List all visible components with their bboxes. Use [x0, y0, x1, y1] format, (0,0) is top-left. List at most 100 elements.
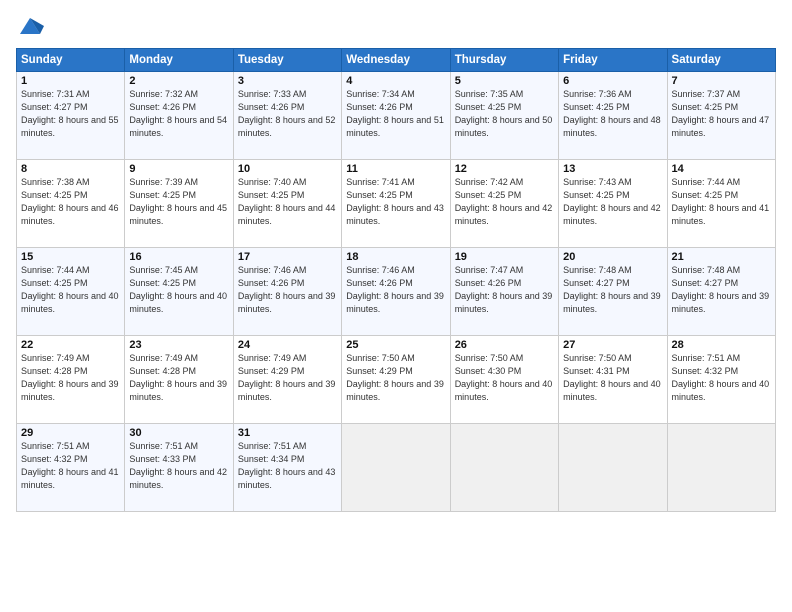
calendar-cell: 28Sunrise: 7:51 AMSunset: 4:32 PMDayligh… — [667, 336, 775, 424]
header — [16, 12, 776, 40]
day-info: Sunrise: 7:31 AMSunset: 4:27 PMDaylight:… — [21, 88, 120, 140]
calendar-cell: 4Sunrise: 7:34 AMSunset: 4:26 PMDaylight… — [342, 72, 450, 160]
col-saturday: Saturday — [667, 49, 775, 72]
day-number: 5 — [455, 75, 554, 87]
calendar-cell: 29Sunrise: 7:51 AMSunset: 4:32 PMDayligh… — [17, 424, 125, 512]
calendar-cell: 15Sunrise: 7:44 AMSunset: 4:25 PMDayligh… — [17, 248, 125, 336]
day-number: 17 — [238, 251, 337, 263]
calendar-cell: 13Sunrise: 7:43 AMSunset: 4:25 PMDayligh… — [559, 160, 667, 248]
calendar-cell: 9Sunrise: 7:39 AMSunset: 4:25 PMDaylight… — [125, 160, 233, 248]
calendar-cell: 16Sunrise: 7:45 AMSunset: 4:25 PMDayligh… — [125, 248, 233, 336]
col-friday: Friday — [559, 49, 667, 72]
day-number: 9 — [129, 163, 228, 175]
calendar-week-3: 22 Sunrise: 7:49 AMSunset: 4:28 PMDayligh… — [17, 336, 776, 424]
day-info: Sunrise: 7:47 AMSunset: 4:26 PMDaylight:… — [455, 264, 554, 316]
day-number: 1 — [21, 75, 120, 87]
day-info: Sunrise: 7:37 AMSunset: 4:25 PMDaylight:… — [672, 88, 771, 140]
day-number: 19 — [455, 251, 554, 263]
calendar-cell: 5Sunrise: 7:35 AMSunset: 4:25 PMDaylight… — [450, 72, 558, 160]
day-info: Sunrise: 7:42 AMSunset: 4:25 PMDaylight:… — [455, 176, 554, 228]
day-info: Sunrise: 7:36 AMSunset: 4:25 PMDaylight:… — [563, 88, 662, 140]
day-number: 30 — [129, 427, 228, 439]
calendar-cell: 3Sunrise: 7:33 AMSunset: 4:26 PMDaylight… — [233, 72, 341, 160]
day-number: 29 — [21, 427, 120, 439]
day-number: 31 — [238, 427, 337, 439]
calendar-cell: 12Sunrise: 7:42 AMSunset: 4:25 PMDayligh… — [450, 160, 558, 248]
calendar-week-1: 8Sunrise: 7:38 AMSunset: 4:25 PMDaylight… — [17, 160, 776, 248]
col-sunday: Sunday — [17, 49, 125, 72]
calendar-week-2: 15Sunrise: 7:44 AMSunset: 4:25 PMDayligh… — [17, 248, 776, 336]
day-info: Sunrise: 7:49 AMSunset: 4:28 PMDaylight:… — [129, 352, 228, 404]
day-info: Sunrise: 7:49 AMSunset: 4:29 PMDaylight:… — [238, 352, 337, 404]
calendar-cell — [559, 424, 667, 512]
day-info: Sunrise: 7:33 AMSunset: 4:26 PMDaylight:… — [238, 88, 337, 140]
day-number: 6 — [563, 75, 662, 87]
calendar-cell — [450, 424, 558, 512]
col-wednesday: Wednesday — [342, 49, 450, 72]
day-number: 10 — [238, 163, 337, 175]
day-info: Sunrise: 7:51 AMSunset: 4:33 PMDaylight:… — [129, 440, 228, 492]
day-info: Sunrise: 7:51 AMSunset: 4:32 PMDaylight:… — [672, 352, 771, 404]
day-number: 14 — [672, 163, 771, 175]
day-info: Sunrise: 7:44 AMSunset: 4:25 PMDaylight:… — [21, 264, 120, 316]
day-info: Sunrise: 7:50 AMSunset: 4:31 PMDaylight:… — [563, 352, 662, 404]
calendar-cell: 19Sunrise: 7:47 AMSunset: 4:26 PMDayligh… — [450, 248, 558, 336]
day-number: 23 — [129, 339, 228, 351]
calendar-cell: 23Sunrise: 7:49 AMSunset: 4:28 PMDayligh… — [125, 336, 233, 424]
calendar-cell: 24Sunrise: 7:49 AMSunset: 4:29 PMDayligh… — [233, 336, 341, 424]
calendar-cell: 25Sunrise: 7:50 AMSunset: 4:29 PMDayligh… — [342, 336, 450, 424]
day-info: Sunrise: 7:45 AMSunset: 4:25 PMDaylight:… — [129, 264, 228, 316]
day-number: 21 — [672, 251, 771, 263]
header-row: Sunday Monday Tuesday Wednesday Thursday… — [17, 49, 776, 72]
calendar-cell: 18Sunrise: 7:46 AMSunset: 4:26 PMDayligh… — [342, 248, 450, 336]
day-info: Sunrise: 7:48 AMSunset: 4:27 PMDaylight:… — [563, 264, 662, 316]
day-number: 13 — [563, 163, 662, 175]
day-number: 27 — [563, 339, 662, 351]
day-info: Sunrise: 7:41 AMSunset: 4:25 PMDaylight:… — [346, 176, 445, 228]
calendar-cell: 31Sunrise: 7:51 AMSunset: 4:34 PMDayligh… — [233, 424, 341, 512]
page: Sunday Monday Tuesday Wednesday Thursday… — [0, 0, 792, 612]
calendar-cell: 2Sunrise: 7:32 AMSunset: 4:26 PMDaylight… — [125, 72, 233, 160]
logo — [16, 12, 48, 40]
calendar-header: Sunday Monday Tuesday Wednesday Thursday… — [17, 49, 776, 72]
calendar-week-0: 1Sunrise: 7:31 AMSunset: 4:27 PMDaylight… — [17, 72, 776, 160]
col-monday: Monday — [125, 49, 233, 72]
day-number: 18 — [346, 251, 445, 263]
day-info: Sunrise: 7:44 AMSunset: 4:25 PMDaylight:… — [672, 176, 771, 228]
day-info: Sunrise: 7:40 AMSunset: 4:25 PMDaylight:… — [238, 176, 337, 228]
day-info: Sunrise: 7:50 AMSunset: 4:29 PMDaylight:… — [346, 352, 445, 404]
day-number: 26 — [455, 339, 554, 351]
day-info: Sunrise: 7:50 AMSunset: 4:30 PMDaylight:… — [455, 352, 554, 404]
day-info: Sunrise: 7:48 AMSunset: 4:27 PMDaylight:… — [672, 264, 771, 316]
day-info: Sunrise: 7:39 AMSunset: 4:25 PMDaylight:… — [129, 176, 228, 228]
calendar-cell: 22Sunrise: 7:49 AMSunset: 4:28 PMDayligh… — [17, 336, 125, 424]
day-info: Sunrise: 7:43 AMSunset: 4:25 PMDaylight:… — [563, 176, 662, 228]
day-info: Sunrise: 7:34 AMSunset: 4:26 PMDaylight:… — [346, 88, 445, 140]
day-number: 22 — [21, 339, 120, 351]
calendar: Sunday Monday Tuesday Wednesday Thursday… — [16, 48, 776, 512]
day-number: 12 — [455, 163, 554, 175]
calendar-cell: 7Sunrise: 7:37 AMSunset: 4:25 PMDaylight… — [667, 72, 775, 160]
day-number: 15 — [21, 251, 120, 263]
calendar-body: 1Sunrise: 7:31 AMSunset: 4:27 PMDaylight… — [17, 72, 776, 512]
calendar-cell: 21Sunrise: 7:48 AMSunset: 4:27 PMDayligh… — [667, 248, 775, 336]
calendar-cell: 17Sunrise: 7:46 AMSunset: 4:26 PMDayligh… — [233, 248, 341, 336]
day-info: Sunrise: 7:51 AMSunset: 4:34 PMDaylight:… — [238, 440, 337, 492]
day-info: Sunrise: 7:46 AMSunset: 4:26 PMDaylight:… — [238, 264, 337, 316]
logo-icon — [16, 12, 44, 40]
day-number: 11 — [346, 163, 445, 175]
calendar-cell — [667, 424, 775, 512]
day-number: 3 — [238, 75, 337, 87]
day-number: 25 — [346, 339, 445, 351]
calendar-cell: 6Sunrise: 7:36 AMSunset: 4:25 PMDaylight… — [559, 72, 667, 160]
calendar-cell: 14Sunrise: 7:44 AMSunset: 4:25 PMDayligh… — [667, 160, 775, 248]
calendar-week-4: 29Sunrise: 7:51 AMSunset: 4:32 PMDayligh… — [17, 424, 776, 512]
calendar-cell: 8Sunrise: 7:38 AMSunset: 4:25 PMDaylight… — [17, 160, 125, 248]
col-tuesday: Tuesday — [233, 49, 341, 72]
calendar-cell: 20Sunrise: 7:48 AMSunset: 4:27 PMDayligh… — [559, 248, 667, 336]
day-number: 24 — [238, 339, 337, 351]
day-info: Sunrise: 7:35 AMSunset: 4:25 PMDaylight:… — [455, 88, 554, 140]
day-info: Sunrise: 7:46 AMSunset: 4:26 PMDaylight:… — [346, 264, 445, 316]
day-info: Sunrise: 7:32 AMSunset: 4:26 PMDaylight:… — [129, 88, 228, 140]
calendar-cell — [342, 424, 450, 512]
